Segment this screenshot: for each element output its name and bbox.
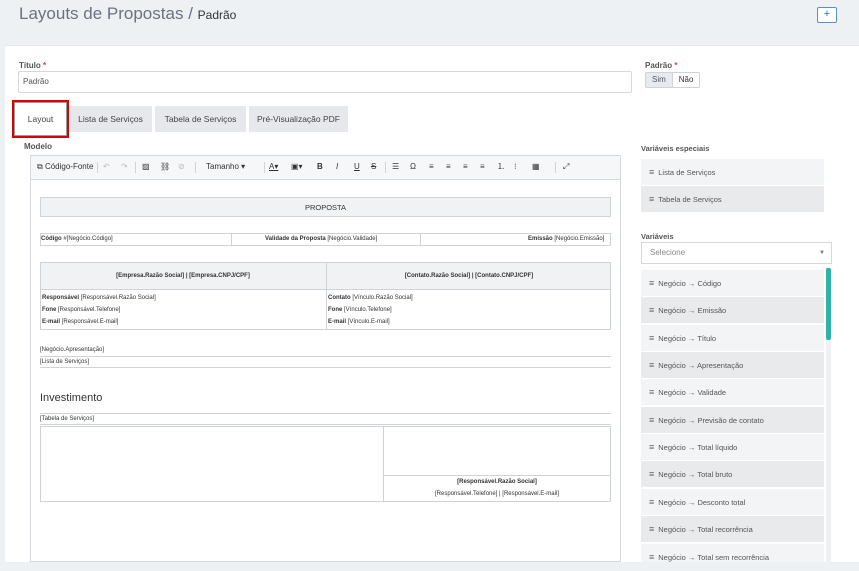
add-button[interactable]: + [817, 7, 837, 23]
nao-option[interactable]: Não [671, 73, 700, 87]
drag-handle-icon: ≡ [649, 552, 655, 562]
unlink-icon[interactable]: ⊘ [178, 161, 185, 173]
text-color-icon[interactable]: A▾ [269, 161, 278, 173]
var-item[interactable]: ≡ Negócio → Emissão [641, 297, 824, 323]
bullet-list-icon[interactable]: ⁝ [514, 161, 517, 173]
lista-var: [Lista de Serviços] [40, 359, 90, 365]
var-item[interactable]: ≡ Negócio → Desconto total [641, 489, 824, 515]
var-item[interactable]: ≡ Negócio → Total recorrência [641, 516, 824, 542]
titulo-input[interactable]: Padrão [18, 71, 632, 93]
tab-preview-pdf[interactable]: Pré-Visualização PDF [249, 106, 348, 132]
vars-select[interactable]: Selecione ▼ [641, 242, 832, 264]
padrao-label: Padrão * [645, 61, 678, 70]
sign-contacts: [Responsável.Telefone] | [Responsável.E-… [435, 491, 559, 497]
breadcrumb-current: Padrão [197, 8, 237, 22]
underline-button[interactable]: U [354, 161, 360, 173]
title-text: Layouts de Propostas [19, 4, 184, 23]
rich-text-editor[interactable]: ⧉ Código-Fonte ↶ ↷ ▨ ⛓ ⊘ Tamanho ▾ A▾ ▣▾… [30, 155, 621, 562]
chevron-down-icon: ▼ [819, 250, 825, 256]
tab-layout[interactable]: Layout [12, 100, 69, 138]
var-item[interactable]: ≡ Negócio → Total bruto [641, 461, 824, 487]
proposal-heading: PROPOSTA [304, 203, 347, 212]
strike-button[interactable]: S [371, 161, 376, 173]
modelo-label: Modelo [24, 142, 52, 151]
drag-handle-icon: ≡ [649, 305, 655, 315]
investimento-heading: Investimento [40, 392, 103, 404]
page-header: Layouts de Propostas / Padrão + [0, 0, 859, 36]
drag-handle-icon: ≡ [649, 333, 655, 343]
undo-icon[interactable]: ↶ [103, 161, 110, 173]
drag-handle-icon: ≡ [649, 524, 655, 534]
source-code-button[interactable]: ⧉ Código-Fonte [37, 161, 93, 173]
emission-field: Emissão [Negócio.Emissão] [528, 236, 605, 242]
page-title: Layouts de Propostas / Padrão [19, 4, 236, 24]
chevron-down-icon: ▾ [241, 162, 246, 171]
special-char-button[interactable]: Ω [410, 161, 416, 173]
tabela-var: [Tabela de Serviços] [40, 416, 95, 422]
var-item[interactable]: ≡ Negócio → Total líquido [641, 434, 824, 460]
italic-button[interactable]: I [336, 161, 338, 173]
source-icon: ⧉ [37, 162, 43, 171]
tab-tabela-servicos[interactable]: Tabela de Serviços [155, 106, 246, 132]
font-size-select[interactable]: Tamanho ▾ [206, 161, 245, 173]
validity-field: Validade da Proposta [Negócio.Validade] [265, 236, 378, 242]
var-item[interactable]: ≡ Negócio → Apresentação [641, 352, 824, 378]
table-icon[interactable]: ▦ [532, 161, 540, 173]
drag-handle-icon: ≡ [649, 194, 655, 204]
align-right-icon[interactable]: ≡ [463, 161, 468, 173]
var-item[interactable]: ≡ Negócio → Código [641, 270, 824, 296]
var-item[interactable]: ≡ Negócio → Validade [641, 379, 824, 405]
align-center-icon[interactable]: ≡ [446, 161, 451, 173]
email2-field: E-mail [Vínculo.E-mail] [328, 319, 390, 325]
var-item[interactable]: ≡ Negócio → Título [641, 325, 824, 351]
editor-toolbar: ⧉ Código-Fonte ↶ ↷ ▨ ⛓ ⊘ Tamanho ▾ A▾ ▣▾… [31, 156, 620, 180]
fone-field: Fone [Responsável.Telefone] [42, 307, 121, 313]
email-field: E-mail [Responsável.E-mail] [42, 319, 119, 325]
drag-handle-icon: ≡ [649, 278, 655, 288]
maximize-icon[interactable]: ⤢ [563, 161, 569, 173]
redo-icon[interactable]: ↷ [121, 161, 128, 173]
tab-lista-servicos[interactable]: Lista de Serviços [69, 106, 152, 132]
code-field: Código #[Negócio.Código] [41, 236, 113, 242]
company-header: [Empresa.Razão Social] | [Empresa.CNPJ/C… [116, 273, 250, 279]
apresentacao-var: [Negócio.Apresentação] [40, 347, 105, 353]
var-item[interactable]: ≡ Negócio → Previsão de contato [641, 407, 824, 433]
align-left-icon[interactable]: ≡ [429, 161, 434, 173]
hr-icon[interactable]: ☰ [392, 161, 399, 173]
drag-handle-icon: ≡ [649, 387, 655, 397]
drag-handle-icon: ≡ [649, 442, 655, 452]
title-separator: / [188, 4, 193, 23]
link-icon[interactable]: ⛓ [160, 161, 170, 173]
titulo-label: Título * [19, 61, 47, 70]
special-vars-label: Variáveis especiais [641, 144, 710, 153]
fone2-field: Fone [Vínculo.Telefone] [328, 307, 392, 313]
drag-handle-icon: ≡ [649, 167, 655, 177]
bg-color-icon[interactable]: ▣▾ [291, 161, 303, 173]
contact-header: [Contato.Razão Social] | [Contato.CNPJ/C… [404, 273, 534, 279]
scrollbar-thumb[interactable] [826, 268, 831, 340]
drag-handle-icon: ≡ [649, 360, 655, 370]
numbered-list-icon[interactable]: ⒈ [497, 161, 505, 173]
special-var-lista[interactable]: ≡ Lista de Serviços [641, 159, 824, 185]
sim-option[interactable]: Sim [646, 73, 672, 87]
padrao-toggle: Sim Não [645, 72, 701, 88]
var-item[interactable]: ≡ Negócio → Total sem recorrência [641, 544, 824, 562]
drag-handle-icon: ≡ [649, 469, 655, 479]
vars-label: Variáveis [641, 232, 674, 241]
drag-handle-icon: ≡ [649, 497, 655, 507]
sign-name: [Responsável.Razão Social] [457, 479, 537, 485]
bold-button[interactable]: B [317, 161, 323, 173]
justify-icon[interactable]: ≡ [480, 161, 485, 173]
contato-field: Contato [Vínculo.Razão Social] [328, 295, 413, 301]
drag-handle-icon: ≡ [649, 415, 655, 425]
image-icon[interactable]: ▨ [142, 161, 150, 173]
special-var-tabela[interactable]: ≡ Tabela de Serviços [641, 186, 824, 212]
resp-field: Responsável [Responsável.Razão Social] [42, 295, 156, 301]
